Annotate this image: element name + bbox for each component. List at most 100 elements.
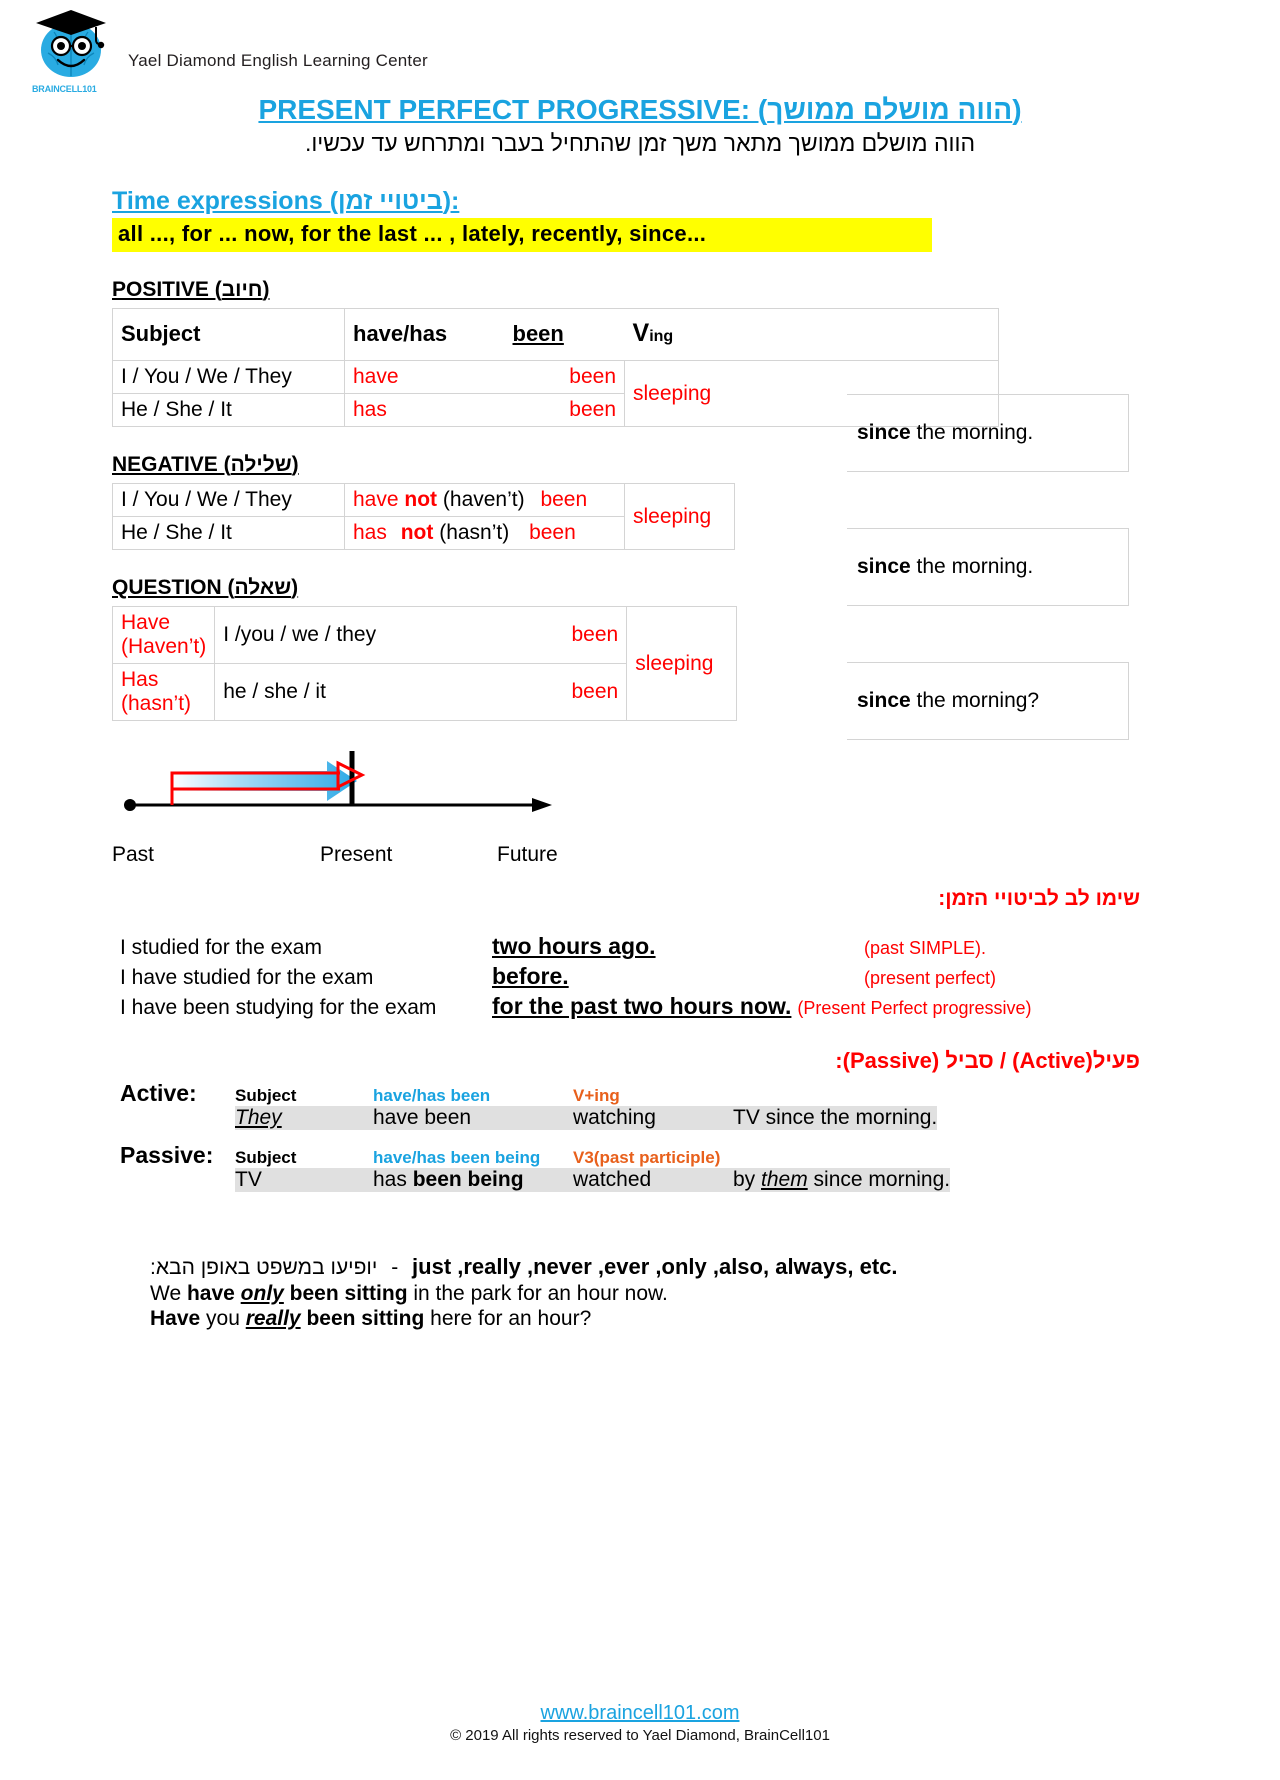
active-key-row: Subject have/has been V+ing <box>235 1086 937 1106</box>
cell-not: not <box>404 488 438 511</box>
page-header: BRAINCELL101 Yael Diamond English Learni… <box>0 0 1280 94</box>
tail-since: since <box>857 555 911 578</box>
passive-ex-subject: TV <box>235 1168 262 1191</box>
hebrew-note: שימו לב לביטויי הזמן: <box>938 887 1140 910</box>
logo-wordmark: BRAINCELL101 <box>32 84 97 94</box>
table-row: I / You / We / They have not (haven’t) b… <box>112 483 735 550</box>
cell-aux: has <box>353 521 387 544</box>
active-key-aux: have/has been <box>373 1086 491 1105</box>
adv2-adverb: really <box>245 1307 301 1330</box>
cell-aux: have <box>353 488 399 511</box>
negative-table: I / You / We / They have not (haven’t) b… <box>112 483 735 550</box>
passive-block-row: Passive: Subject have/has been being V3(… <box>120 1142 1280 1192</box>
example-row: I have studied for the exam before. (pre… <box>120 963 1280 990</box>
question-heading: QUESTION (שאלה) <box>112 576 299 599</box>
positive-section: POSITIVE (חיוב) Subject have/has been Vi… <box>0 252 1280 472</box>
adv2-a: Have <box>150 1307 201 1330</box>
adv1-b: have <box>186 1282 241 1305</box>
page-title: PRESENT PERFECT PROGRESSIVE: (הווה מושלם… <box>258 94 1022 125</box>
cell-subject: He / She / It <box>112 393 345 427</box>
tail-since: since <box>857 689 911 712</box>
passive-label: Passive: <box>120 1142 214 1168</box>
active-ex-verb: watching <box>573 1106 656 1129</box>
active-key-subject: Subject <box>235 1086 297 1105</box>
cell-subject: I /you / we / they <box>214 606 395 664</box>
active-ex-subject: They <box>235 1106 282 1129</box>
passive-ex-aux-plain: has <box>373 1168 413 1191</box>
adv1-d: been sitting <box>283 1282 408 1305</box>
timeline-labels: Past Present Future <box>112 843 582 871</box>
passive-key-row: Subject have/has been being V3(past part… <box>235 1148 950 1168</box>
passive-key-verb: V3(past participle) <box>573 1148 721 1167</box>
example-time: before. <box>492 963 569 989</box>
brand-name: Yael Diamond English Learning Center <box>128 51 428 70</box>
tail-rest: the morning? <box>910 689 1040 712</box>
col-havehas: have/has <box>344 308 505 361</box>
example-time: for the past two hours now. <box>492 993 792 1019</box>
time-expressions-section: Time expressions (ביטויי זמן): all ..., … <box>0 157 1280 252</box>
brain-graduate-icon <box>36 10 106 77</box>
timeline-label-past: Past <box>112 843 155 866</box>
table-row: I / You / We / They have been sleeping <box>112 360 999 427</box>
passive-ex-aux-bold: been being <box>412 1168 524 1191</box>
col-v: V <box>632 319 650 347</box>
active-label: Active: <box>120 1080 197 1106</box>
question-tail-cell: since the morning? <box>847 662 1129 740</box>
cell-not: not <box>400 521 434 544</box>
positive-heading: POSITIVE (חיוב) <box>112 278 270 301</box>
passive-ex-verb: watched <box>573 1168 652 1191</box>
title-block: PRESENT PERFECT PROGRESSIVE: (הווה מושלם… <box>0 94 1280 157</box>
active-block-row: Active: Subject have/has been V+ing They… <box>120 1080 1280 1130</box>
examples-block: I studied for the exam two hours ago. (p… <box>120 933 1280 1020</box>
adverbs-hebrew-note: יופיעו במשפט באופן הבא: <box>150 1256 378 1279</box>
tail-rest: the morning. <box>910 555 1034 578</box>
example-time: two hours ago. <box>492 933 656 959</box>
website-link[interactable]: www.braincell101.com <box>0 1702 1280 1725</box>
active-ex-aux: have been <box>373 1106 472 1129</box>
adv1-e: in the park for an hour now. <box>407 1282 668 1305</box>
negative-tail-cell: since the morning. <box>847 528 1129 606</box>
cell-aux: has <box>344 393 505 427</box>
col-been: been <box>512 320 564 346</box>
time-expressions-values: all ..., for ... now, for the last ... ,… <box>112 218 932 252</box>
page-footer: www.braincell101.com © 2019 All rights r… <box>0 1702 1280 1744</box>
tail-since: since <box>857 421 911 444</box>
cell-verb: sleeping <box>624 483 735 550</box>
example-row: I studied for the exam two hours ago. (p… <box>120 933 1280 960</box>
cell-been: been <box>394 606 628 664</box>
example-row: I have been studying for the exam for th… <box>120 993 1280 1020</box>
cell-contraction: (hasn’t) <box>439 521 510 544</box>
adverbs-list: just ,really ,never ,ever ,only ,also, a… <box>412 1254 898 1279</box>
adv1-a: We <box>150 1282 187 1305</box>
negative-heading: NEGATIVE (שלילה) <box>112 453 299 476</box>
timeline-icon <box>124 751 552 812</box>
timeline-label-future: Future <box>497 843 558 866</box>
cell-been: been <box>540 488 588 511</box>
adverbs-section: just ,really ,never ,ever ,only ,also, a… <box>150 1254 1280 1331</box>
active-ex-tail: TV since the morning. <box>733 1106 938 1129</box>
col-subject: Subject <box>112 308 345 361</box>
adv1-adverb: only <box>240 1282 284 1305</box>
cell-aux: have <box>344 360 505 394</box>
worksheet-page: BRAINCELL101 Yael Diamond English Learni… <box>0 0 1280 1780</box>
voice-section: פעיל(Active) / סביל (Passive): Active: S… <box>0 1048 1280 1192</box>
voice-title: פעיל(Active) / סביל (Passive): <box>835 1048 1140 1073</box>
table-row: Have (Haven’t) I /you / we / they been s… <box>111 606 738 721</box>
cell-been: been <box>504 360 625 394</box>
timeline-diagram <box>112 743 572 843</box>
cell-been: been <box>529 521 576 544</box>
adv2-b: you <box>200 1307 246 1330</box>
table-header-row: Subject have/has been Ving <box>112 308 999 361</box>
example-tense: (present perfect) <box>864 968 997 988</box>
example-sentence: I have studied for the exam <box>120 966 374 989</box>
passive-example-row: TV has been being watched by them since … <box>235 1168 951 1192</box>
cell-verb: sleeping <box>626 606 738 721</box>
passive-ex-tail: by them since morning. <box>733 1168 951 1191</box>
timeline-label-present: Present <box>320 843 393 866</box>
question-table: Have (Haven’t) I /you / we / they been s… <box>111 606 738 721</box>
active-example-row: They have been watching TV since the mor… <box>235 1106 938 1130</box>
example-tense: (past SIMPLE). <box>864 938 987 958</box>
adverbs-note-row: just ,really ,never ,ever ,only ,also, a… <box>150 1254 1280 1280</box>
copyright-text: © 2019 All rights reserved to Yael Diamo… <box>450 1727 830 1744</box>
adv2-e: here for an hour? <box>424 1307 592 1330</box>
